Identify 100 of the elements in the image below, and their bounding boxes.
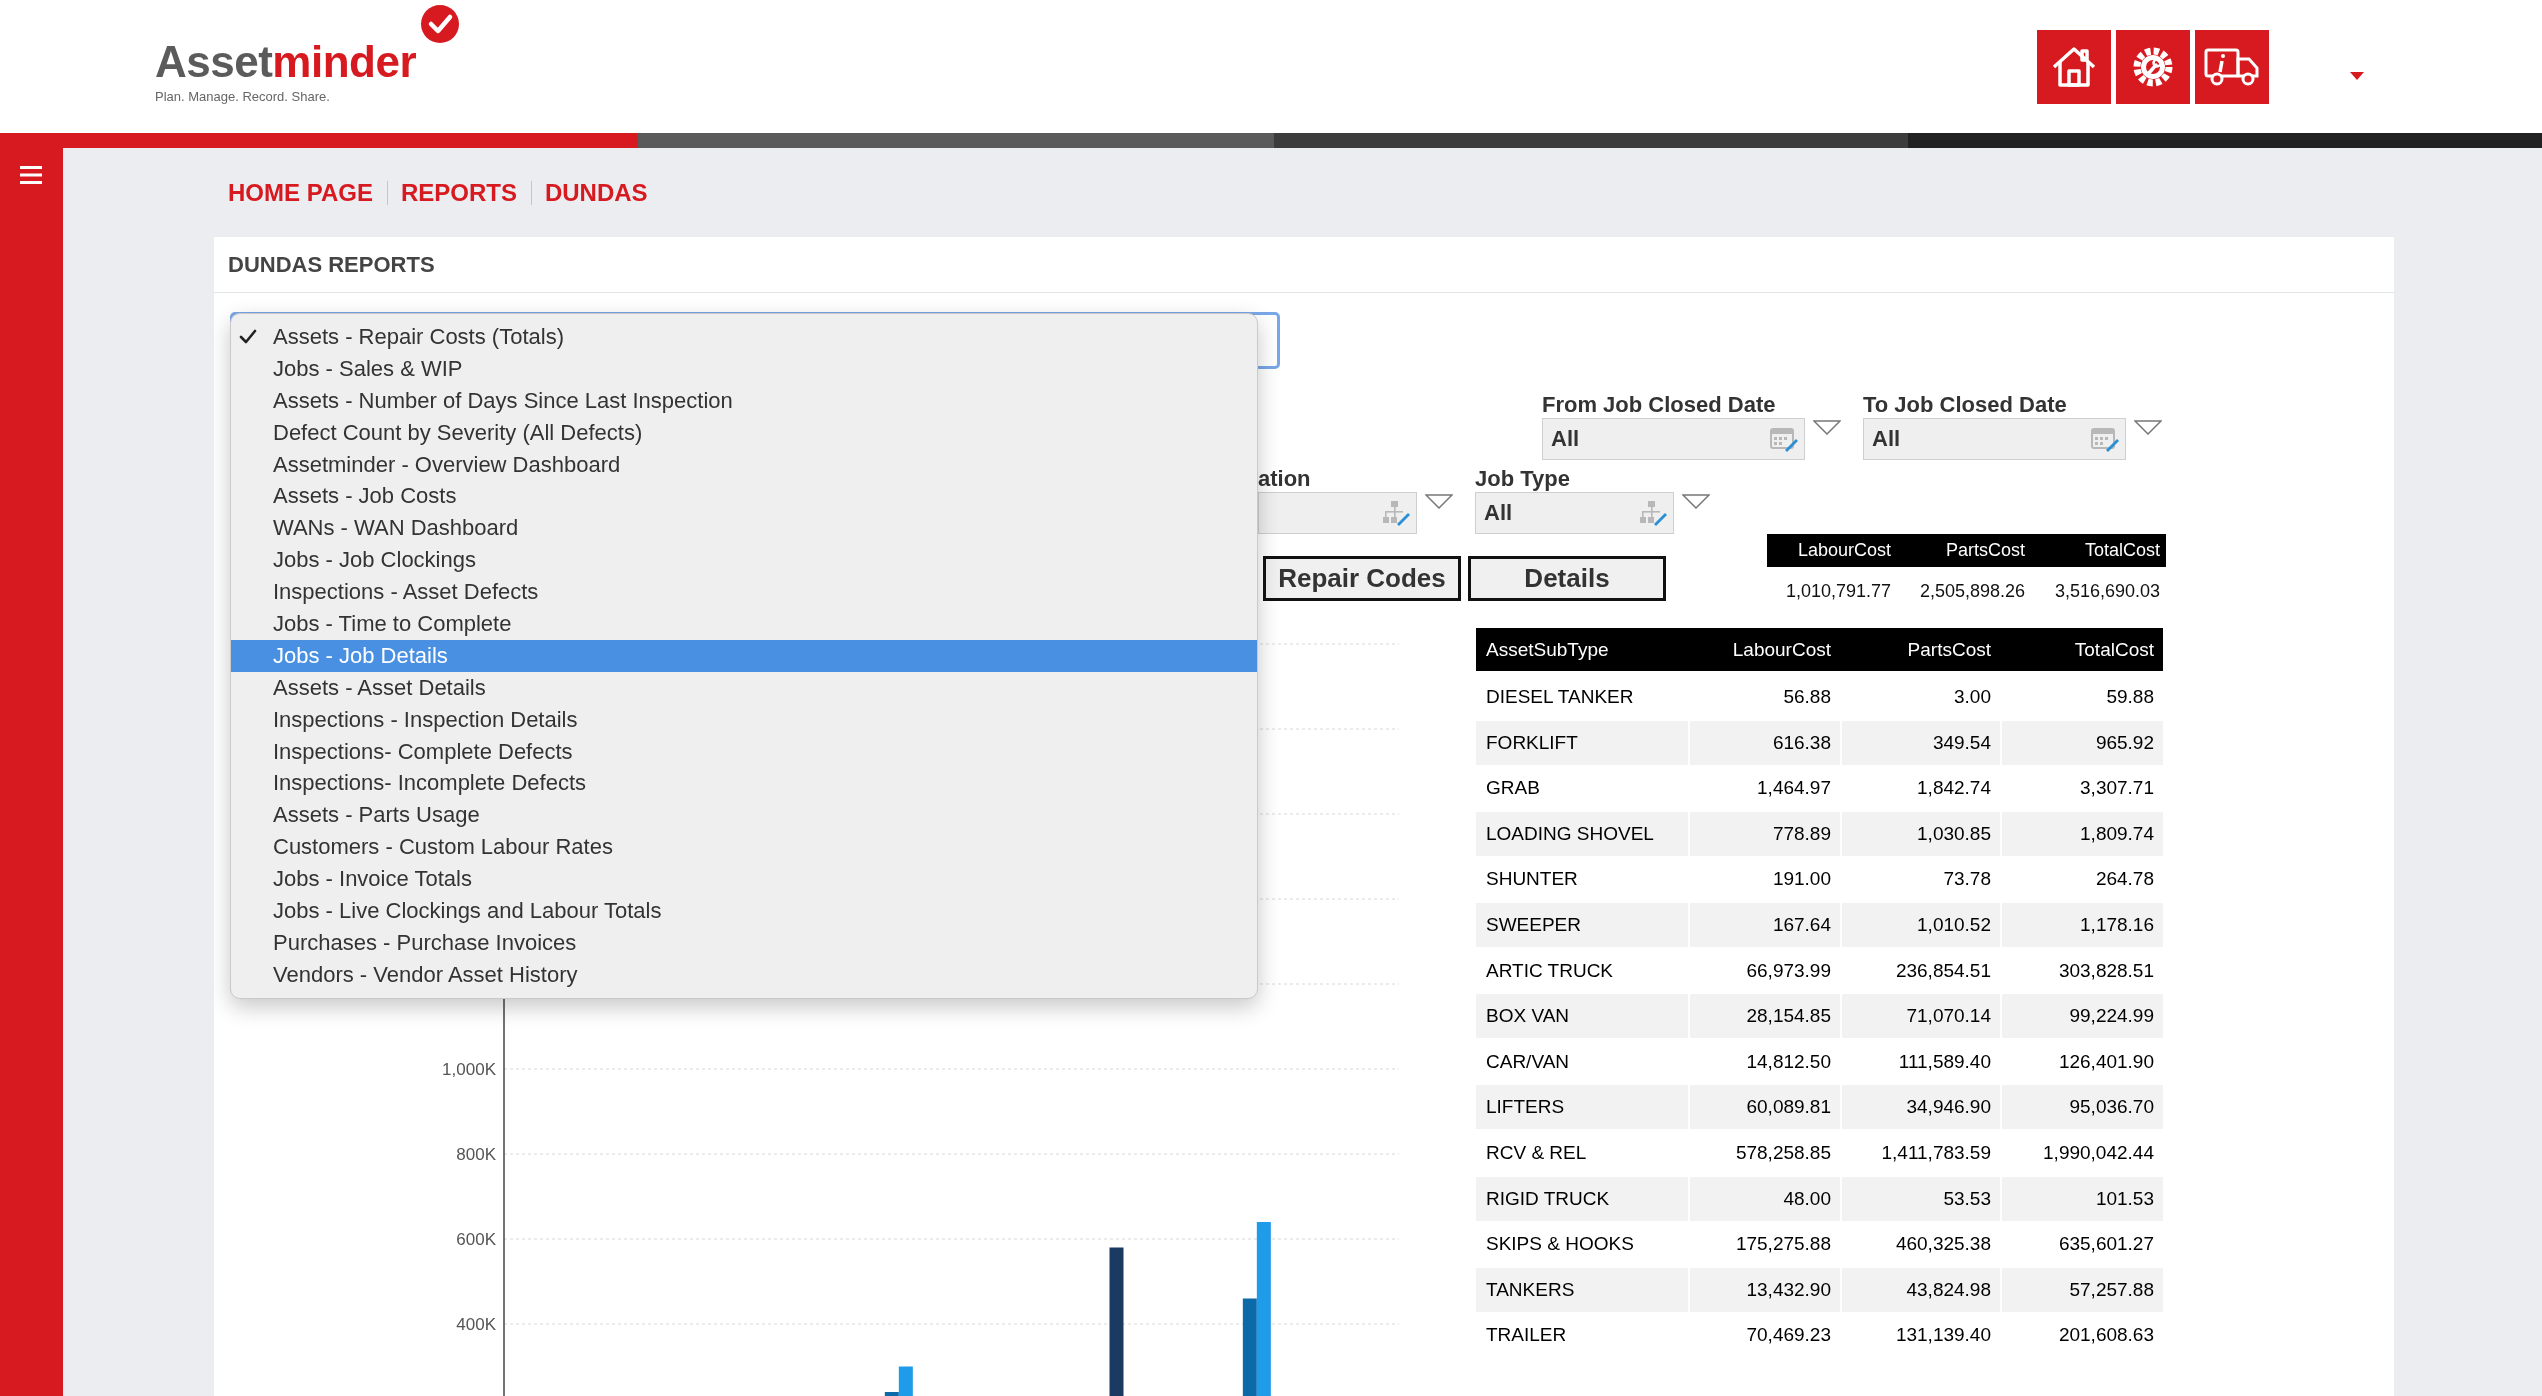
axis-tick-label: 600K (456, 1230, 496, 1249)
logo-tagline: Plan. Manage. Record. Share. (155, 88, 330, 104)
table-cell: 34,946.90 (1842, 1085, 2000, 1130)
gear-button[interactable] (2116, 29, 2190, 104)
home-icon (2051, 45, 2097, 88)
menu-option[interactable]: Inspections - Inspection Details (231, 703, 1257, 736)
column-header: PartsCost (1944, 539, 2026, 562)
table-cell-text: GRAB (1485, 776, 1541, 801)
menu-option[interactable]: Assets - Job Costs (231, 480, 1257, 513)
table-cell-text: 1,010,791.77 (1784, 580, 1892, 603)
menu-option[interactable]: Customers - Custom Labour Rates (231, 831, 1257, 864)
report-button[interactable]: Repair Codes (1263, 556, 1461, 601)
table-cell-text: 303,828.51 (2057, 958, 2155, 983)
dropdown-caret-icon[interactable] (2134, 420, 2162, 435)
menu-option[interactable]: Jobs - Sales & WIP (231, 352, 1257, 385)
filter-label: ation (1258, 466, 1311, 492)
table-cell-text: 175,275.88 (1734, 1232, 1832, 1257)
menu-option[interactable]: Inspections- Complete Defects (231, 735, 1257, 768)
table-cell-text: 56.88 (1782, 685, 1832, 709)
table-cell-text: 1,464.97 (1756, 776, 1832, 801)
table-cell: 616.38 (1690, 720, 1840, 765)
caret-icon[interactable] (2350, 71, 2364, 80)
dropdown-caret-icon[interactable] (1813, 420, 1841, 435)
table-cell: 99,224.99 (2002, 994, 2163, 1039)
table-cell: 101.53 (2002, 1176, 2163, 1221)
table-cell: LIFTERS (1476, 1085, 1688, 1130)
filter-field[interactable]: All (1863, 418, 2126, 460)
table-cell: 1,030.85 (1842, 811, 2000, 856)
truck-button[interactable] (2195, 29, 2269, 104)
column-header: LabourCost (1731, 637, 1832, 662)
filter-label: Job Type (1475, 466, 1570, 492)
table-cell-text: 111,589.40 (1897, 1049, 1992, 1074)
table-cell: RIGID TRUCK (1476, 1176, 1688, 1221)
table-cell-text: 635,601.27 (2057, 1232, 2155, 1257)
hierarchy-icon (1639, 500, 1667, 526)
filter-field[interactable] (1258, 492, 1417, 534)
table-cell-text: RCV & REL (1485, 1140, 1588, 1165)
table-cell: 1,010.52 (1842, 902, 2000, 947)
dropdown-caret-icon[interactable] (1425, 494, 1453, 509)
column-header: AssetSubType (1485, 637, 1610, 662)
filter-field[interactable]: All (1542, 418, 1805, 460)
logo-wordmark: Assetminder (155, 39, 417, 84)
table-cell: 1,178.16 (2002, 902, 2163, 947)
table-cell-text: 3,516,690.03 (2053, 580, 2161, 603)
table-cell-text: 73.78 (1942, 867, 1992, 892)
menu-option[interactable]: Jobs - Job Clockings (231, 544, 1257, 577)
table-cell-text: SKIPS & HOOKS (1485, 1232, 1635, 1257)
column-header: LabourCost (1796, 539, 1892, 562)
column-header: TotalCost (2073, 637, 2155, 662)
table-cell-text: 578,258.85 (1734, 1140, 1832, 1165)
table-cell-text: 59.88 (2105, 685, 2155, 709)
axis-tick-label: 800K (456, 1145, 496, 1164)
card-title: DUNDAS REPORTS (228, 251, 435, 278)
menu-option[interactable]: Purchases - Purchase Invoices (231, 926, 1257, 959)
table-cell: 71,070.14 (1842, 994, 2000, 1039)
table-cell: 778.89 (1690, 811, 1840, 856)
menu-option[interactable]: Jobs - Time to Complete (231, 608, 1257, 640)
menu-option[interactable]: WANs - WAN Dashboard (231, 512, 1257, 545)
menu-icon[interactable] (20, 166, 42, 184)
menu-option[interactable]: Assetminder - Overview Dashboard (231, 448, 1257, 481)
menu-option[interactable]: Vendors - Vendor Asset History (231, 958, 1257, 991)
menu-option[interactable]: Inspections - Asset Defects (231, 576, 1257, 608)
menu-option[interactable]: Inspections- Incomplete Defects (231, 767, 1257, 800)
table-cell: TANKERS (1476, 1267, 1688, 1312)
table-cell-text: SHUNTER (1485, 867, 1579, 892)
menu-option[interactable]: Assets - Repair Costs (Totals) (231, 321, 1257, 353)
table-cell-text: 2,505,898.26 (1918, 580, 2026, 603)
menu-option[interactable]: Assets - Number of Days Since Last Inspection (231, 384, 1257, 417)
menu-option[interactable]: Assets - Parts Usage (231, 799, 1257, 832)
table-cell: 60,089.81 (1690, 1085, 1840, 1130)
menu-option[interactable]: Jobs - Invoice Totals (231, 863, 1257, 896)
breadcrumb-link[interactable]: REPORTS (400, 178, 517, 207)
table-cell-text: 1,990,042.44 (2042, 1140, 2155, 1165)
report-button[interactable]: Details (1468, 556, 1666, 601)
dropdown-caret-icon[interactable] (1682, 494, 1710, 509)
table-cell-text: 264.78 (2094, 867, 2155, 892)
axis-tick-label: 1,000K (442, 1060, 496, 1079)
table-cell-text: 460,325.38 (1894, 1232, 1992, 1257)
table-cell-text: TRAILER (1485, 1323, 1568, 1348)
table-cell-text: 66,973.99 (1745, 958, 1832, 983)
table-cell: 57,257.88 (2002, 1267, 2163, 1312)
filter-field[interactable]: All (1475, 492, 1674, 534)
home-button[interactable] (2037, 29, 2111, 104)
breadcrumb-link[interactable]: HOME PAGE (228, 178, 373, 207)
filter-label: From Job Closed Date (1542, 392, 1776, 418)
table-cell: SWEEPER (1476, 902, 1688, 947)
table-cell: 349.54 (1842, 720, 2000, 765)
breadcrumb-link[interactable]: DUNDAS (544, 178, 648, 207)
calendar-icon (2091, 426, 2119, 452)
menu-option[interactable]: Defect Count by Severity (All Defects) (231, 416, 1257, 449)
table-cell: 13,432.90 (1690, 1267, 1840, 1312)
table-cell-text: 131,139.40 (1894, 1323, 1992, 1348)
table-cell: 28,154.85 (1690, 994, 1840, 1039)
table-cell: 95,036.70 (2002, 1085, 2163, 1130)
table-cell-text: DIESEL TANKER (1485, 685, 1635, 709)
table-cell: LOADING SHOVEL (1476, 811, 1688, 856)
menu-option[interactable]: Assets - Asset Details (231, 671, 1257, 704)
hierarchy-icon (1382, 500, 1410, 526)
table-cell-text: 236,854.51 (1894, 958, 1992, 983)
menu-option[interactable]: Jobs - Live Clockings and Labour Totals (231, 895, 1257, 927)
